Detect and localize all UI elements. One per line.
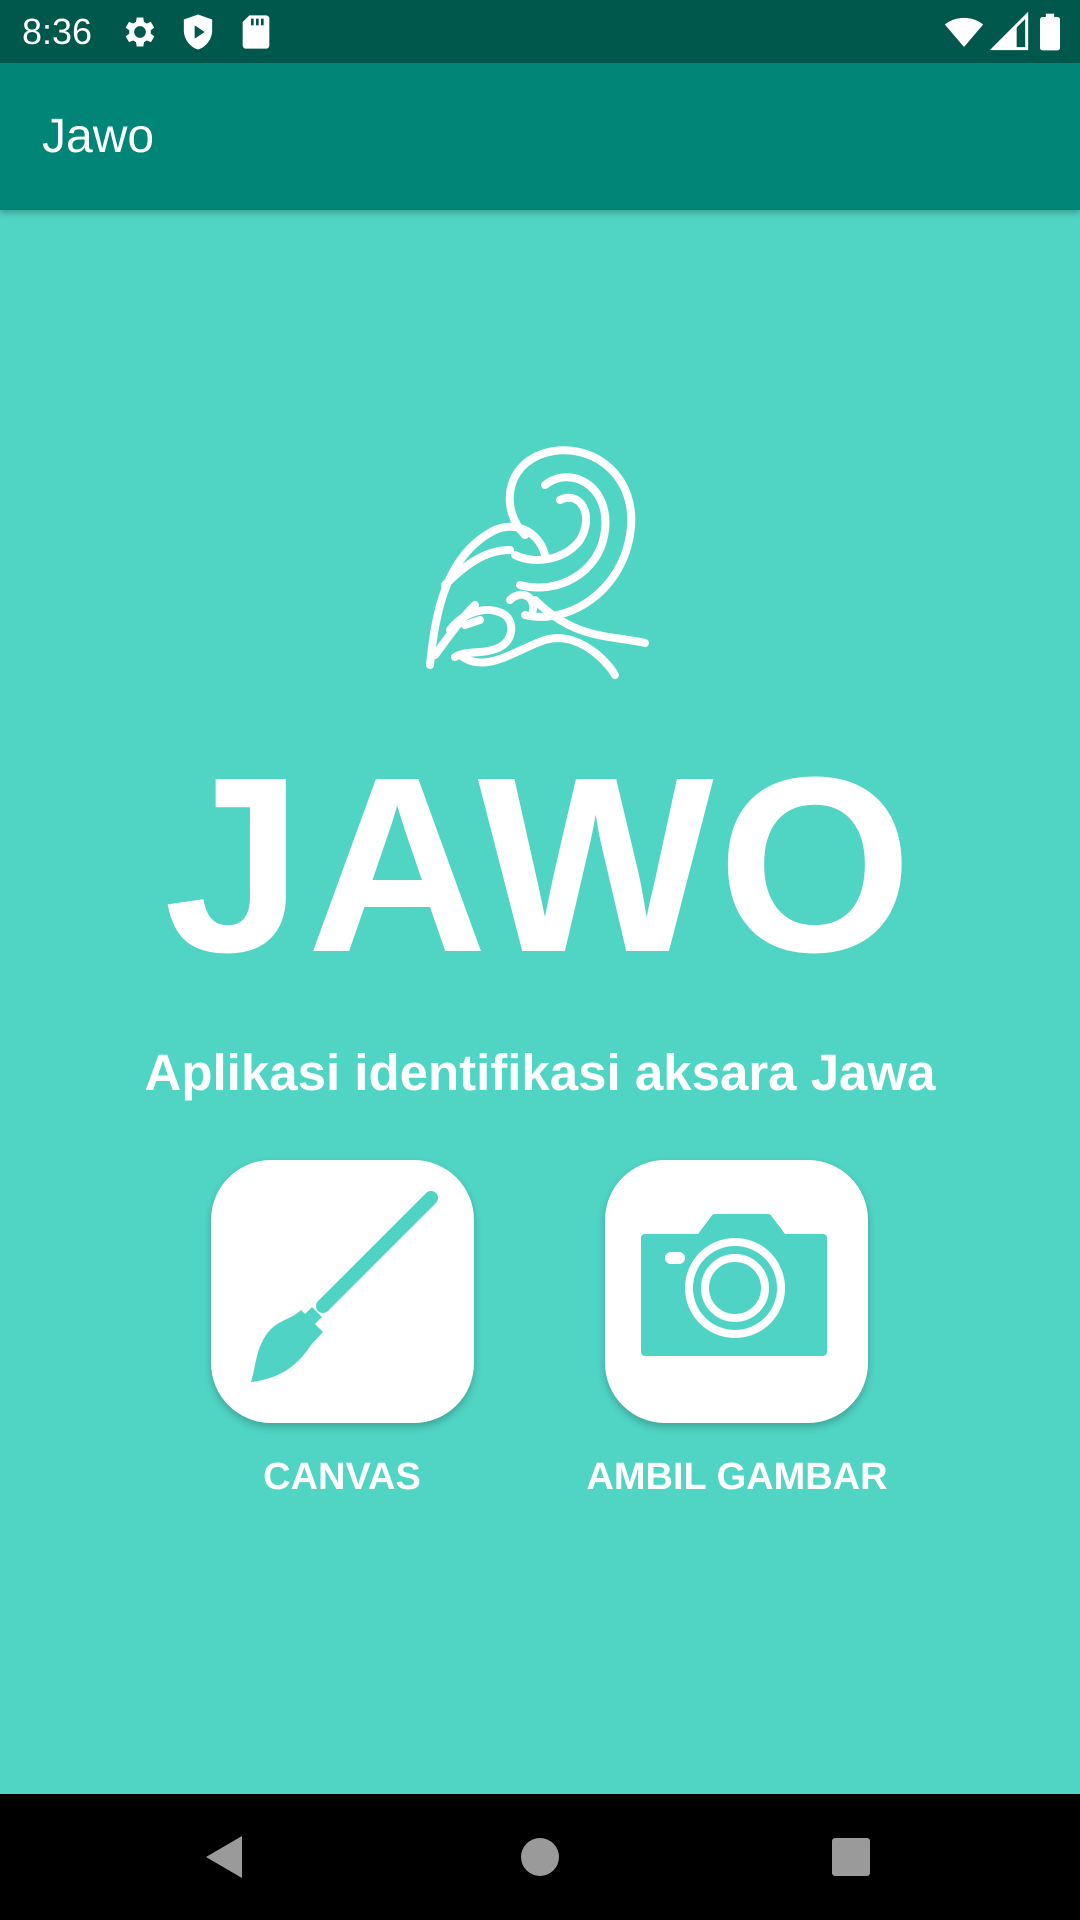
gear-icon — [125, 17, 155, 47]
navigation-bar — [0, 1794, 1080, 1920]
canvas-label: CANVAS — [263, 1456, 421, 1498]
recents-icon[interactable] — [816, 1822, 886, 1892]
sd-card-icon — [242, 15, 270, 49]
canvas-button[interactable] — [211, 1160, 474, 1423]
app-bar: Jawo — [0, 63, 1080, 210]
wayang-logo-icon — [405, 425, 675, 685]
take-picture-label: AMBIL GAMBAR — [586, 1456, 888, 1498]
app-logo-title: JAWO — [163, 725, 917, 1004]
app-subtitle: Aplikasi identifikasi aksara Jawa — [144, 1044, 936, 1101]
take-picture-button[interactable] — [605, 1160, 868, 1423]
shield-icon — [183, 14, 213, 50]
app-title: Jawo — [42, 110, 155, 163]
battery-icon — [1040, 13, 1060, 51]
paintbrush-icon — [251, 1191, 438, 1382]
wifi-icon — [944, 17, 984, 47]
status-bar: 8:36 — [0, 0, 1080, 63]
back-icon[interactable] — [192, 1822, 262, 1892]
status-time: 8:36 — [22, 11, 93, 52]
home-icon[interactable] — [505, 1822, 575, 1892]
app-screen: 8:36 Jawo JAWO Aplikasi identifikasi aks… — [0, 0, 1080, 1920]
camera-icon — [641, 1214, 827, 1356]
cell-signal-icon — [990, 12, 1029, 51]
